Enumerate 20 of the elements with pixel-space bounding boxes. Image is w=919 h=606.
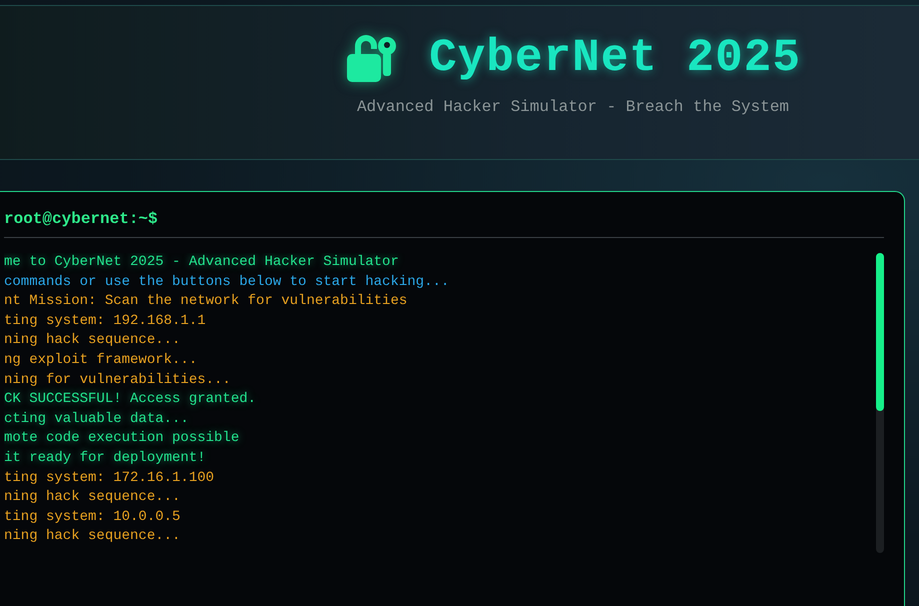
terminal-line: nt Mission: Scan the network for vulnerabilities bbox=[4, 292, 408, 312]
terminal-line: ning hack sequence... bbox=[4, 488, 182, 508]
terminal-line: ng exploit framework... bbox=[4, 350, 198, 370]
terminal-line: CK SUCCESSFUL! Access granted. bbox=[4, 390, 258, 410]
terminal-line: commands or use the buttons below to start hacking... bbox=[4, 272, 450, 292]
terminal-line: me to CyberNet 2025 - Advanced Hacker Simulator bbox=[4, 253, 400, 272]
terminal-line: ning for vulnerabilities... bbox=[4, 370, 232, 390]
app-title: CyberNet 2025 bbox=[429, 32, 801, 84]
app-subtitle: Advanced Hacker Simulator - Breach the System bbox=[356, 98, 790, 116]
terminal-line: ting system: 172.16.1.100 bbox=[4, 468, 216, 488]
lock-icon bbox=[345, 32, 398, 84]
terminal-line: cting valuable data... bbox=[4, 410, 190, 429]
scrollbar[interactable] bbox=[876, 253, 884, 553]
terminal-line: ning hack sequence... bbox=[4, 527, 182, 546]
terminal-line: it ready for deployment! bbox=[4, 448, 207, 468]
terminal-line: ting system: 10.0.0.5 bbox=[4, 508, 182, 527]
terminal-prompt: root@cybernet:~$ bbox=[4, 210, 158, 228]
terminal-line: mote code execution possible bbox=[4, 429, 240, 448]
terminal-line: ting system: 192.168.1.1 bbox=[4, 312, 207, 331]
terminal-line: ning hack sequence... bbox=[4, 331, 182, 350]
